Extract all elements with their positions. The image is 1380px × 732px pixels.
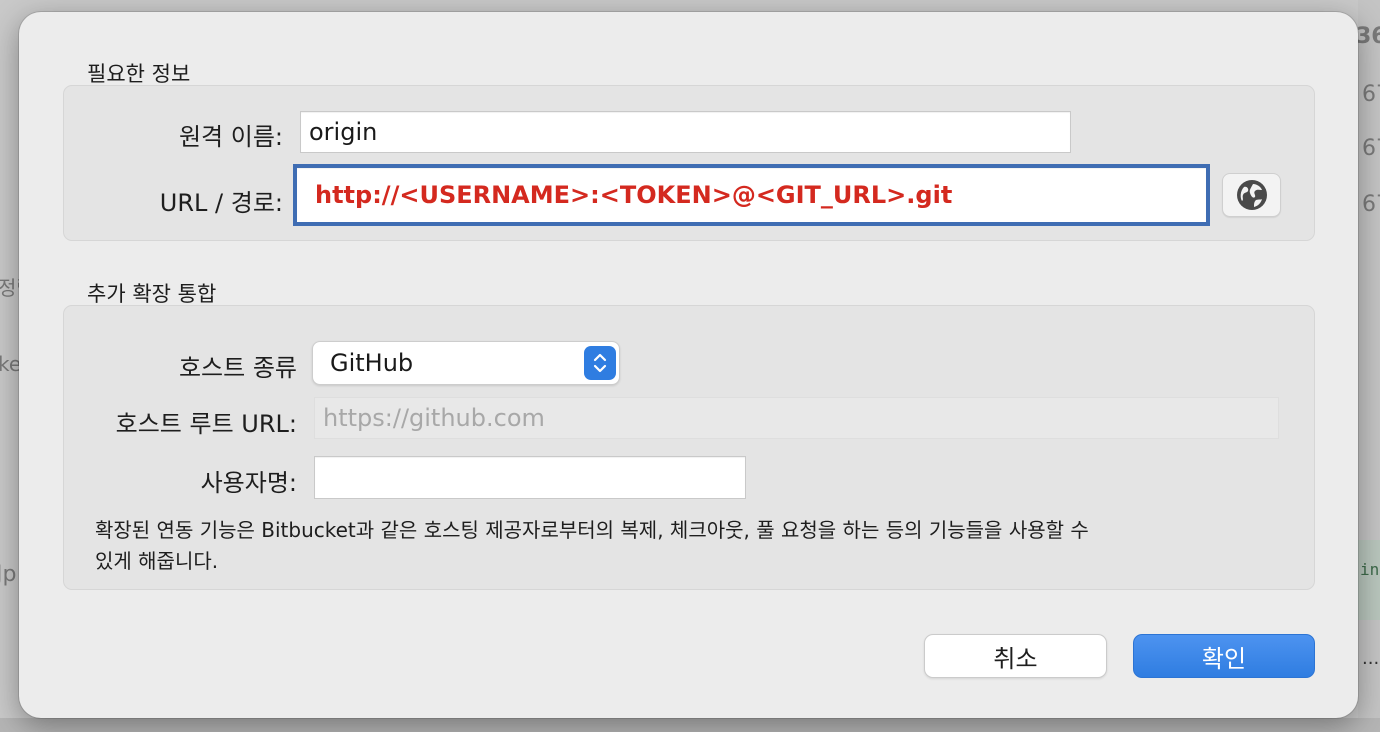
url-path-field[interactable]: http://<USERNAME>:<TOKEN>@<GIT_URL>.git (293, 164, 1210, 226)
remote-name-field[interactable]: origin (300, 111, 1071, 153)
background-green-block (1358, 540, 1380, 620)
url-label: URL / 경로: (159, 189, 283, 217)
remote-repository-dialog: 필요한 정보 원격 이름: origin URL / 경로: http://<U… (19, 12, 1358, 718)
extension-title: 추가 확장 통합 (87, 282, 217, 306)
select-stepper-icon (584, 346, 616, 380)
globe-icon (1235, 178, 1269, 212)
background-text: Jp (0, 562, 17, 587)
remote-name-value: origin (309, 118, 378, 146)
help-text-line: 있게 해줍니다. (95, 549, 219, 573)
username-label: 사용자명: (200, 469, 297, 497)
cancel-button[interactable]: 취소 (924, 634, 1107, 678)
username-field[interactable] (314, 456, 746, 499)
host-root-url-placeholder: https://github.com (323, 404, 545, 432)
extension-help-text: 확장된 연동 기능은 Bitbucket과 같은 호스팅 제공자로부터의 복제,… (95, 515, 1265, 577)
host-type-select[interactable]: GitHub (312, 341, 620, 385)
background-text: in) (1360, 560, 1380, 579)
host-type-value: GitHub (330, 349, 414, 377)
background-text: ... (1362, 648, 1380, 669)
remote-name-label: 원격 이름: (178, 123, 283, 151)
browse-remote-button[interactable] (1222, 173, 1281, 217)
background-text: ke (0, 352, 22, 376)
background-bottom-strip (0, 718, 1380, 732)
background-text: 36 (1356, 24, 1380, 49)
background-text: 67 (1362, 192, 1380, 217)
host-root-url-label: 호스트 루트 URL: (115, 410, 297, 438)
required-info-title: 필요한 정보 (87, 62, 191, 86)
background-text: 67 (1362, 82, 1380, 107)
background-right-strip (1358, 0, 1380, 732)
ok-button[interactable]: 확인 (1133, 634, 1315, 678)
host-root-url-field[interactable]: https://github.com (314, 397, 1279, 439)
background-text: 67 (1362, 136, 1380, 161)
url-path-value: http://<USERNAME>:<TOKEN>@<GIT_URL>.git (315, 181, 953, 209)
help-text-line: 확장된 연동 기능은 Bitbucket과 같은 호스팅 제공자로부터의 복제,… (95, 518, 1089, 542)
host-type-label: 호스트 종류 (178, 354, 297, 382)
